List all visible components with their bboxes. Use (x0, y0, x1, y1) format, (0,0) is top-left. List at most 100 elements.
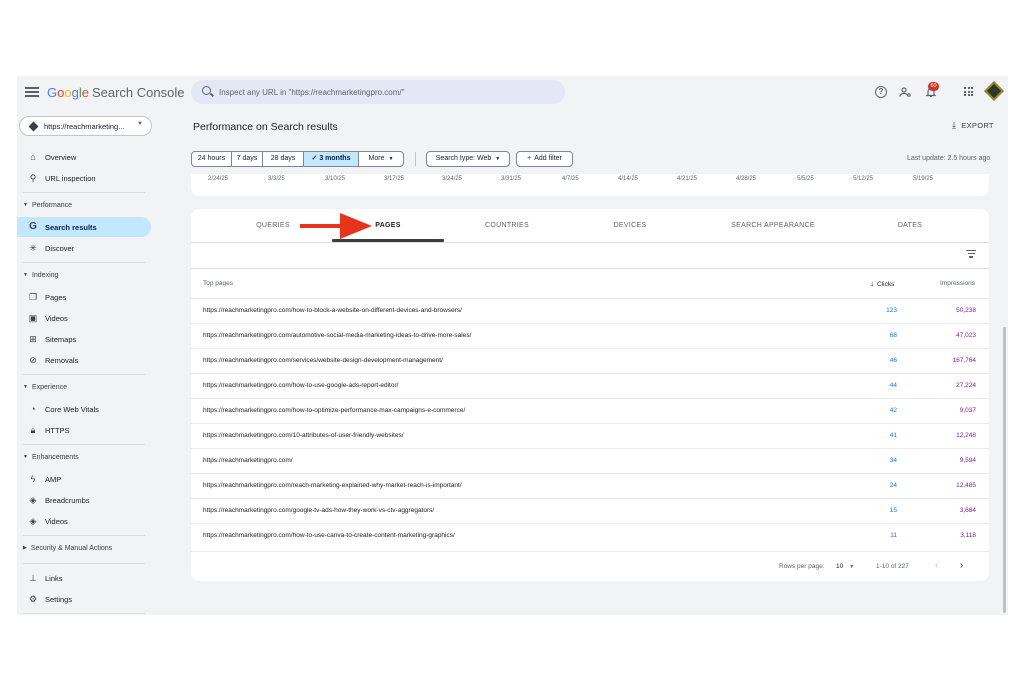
table-row[interactable]: https://reachmarketingpro.com/services/w… (191, 348, 989, 373)
table-row[interactable]: https://reachmarketingpro.com/how-to-blo… (191, 298, 989, 323)
pages-icon: ❐ (28, 292, 38, 302)
filter-separator (415, 152, 416, 166)
tab-search-appearance[interactable]: SEARCH APPEARANCE (721, 209, 825, 242)
x-axis-tick: 3/24/25 (442, 176, 463, 182)
filter-rows-icon[interactable] (966, 250, 976, 258)
videos-icon: ▣ (28, 313, 38, 323)
next-page-button[interactable]: › (960, 560, 963, 571)
sidebar-item-label: Discover (45, 244, 75, 253)
app-logo[interactable]: Google Search Console (47, 85, 184, 100)
clicks-value: 24 (889, 482, 897, 489)
sidebar-section-indexing[interactable]: ▼ Indexing (23, 272, 58, 279)
sidebar-item-url-inspection[interactable]: ⚲ URL inspection (17, 168, 151, 188)
column-header-clicks[interactable]: ↓ Clicks (870, 279, 894, 288)
previous-page-button[interactable]: ‹ (935, 560, 938, 571)
sidebar-divider (23, 563, 145, 564)
table-row[interactable]: https://reachmarketingpro.com/how-to-use… (191, 523, 989, 548)
column-label: Clicks (877, 281, 895, 288)
column-header-impressions[interactable]: Impressions (940, 280, 975, 287)
sidebar-item-videos[interactable]: ▣ Videos (17, 308, 151, 328)
account-avatar[interactable] (984, 81, 1004, 101)
add-filter-label: Add filter (534, 155, 562, 162)
sidebar-item-core-web-vitals[interactable]: ◔ Core Web Vitals (17, 399, 151, 419)
sidebar-section-security[interactable]: ▶ Security & Manual Actions (23, 545, 112, 552)
users-settings-icon[interactable] (899, 86, 911, 98)
table-row[interactable]: https://reachmarketingpro.com/10-attribu… (191, 423, 989, 448)
impressions-value: 47,023 (956, 332, 976, 339)
rows-per-page-value: 10 (836, 563, 844, 570)
sidebar-item-sitemaps[interactable]: ⊞ Sitemaps (17, 329, 151, 349)
logo-letter: G (47, 85, 58, 100)
x-axis-tick: 5/19/25 (913, 176, 934, 182)
impressions-value: 9,594 (959, 457, 976, 464)
page-url: https://reachmarketingpro.com/how-to-use… (203, 382, 399, 389)
tab-devices[interactable]: DEVICES (588, 209, 672, 242)
google-apps-grid-icon[interactable] (964, 87, 973, 96)
asterisk-icon: ✳ (29, 243, 37, 253)
search-type-filter[interactable]: Search type: Web ▼ (426, 151, 510, 167)
sidebar-item-breadcrumbs[interactable]: ◈ Breadcrumbs (17, 490, 151, 510)
impressions-value: 12,485 (956, 482, 976, 489)
url-inspect-input[interactable] (219, 84, 549, 100)
range-label: More (368, 155, 385, 162)
sidebar-section-experience[interactable]: ▼ Experience (23, 384, 67, 391)
sidebar-item-amp[interactable]: ϟ AMP (17, 469, 151, 489)
section-title: Indexing (31, 272, 59, 279)
page-range-text: 1-10 of 227 (876, 563, 909, 570)
sidebar-item-search-results[interactable]: G Search results (17, 217, 151, 237)
column-header-top-pages[interactable]: Top pages (203, 280, 233, 287)
sidebar-item-label: Settings (45, 595, 73, 604)
sidebar-item-label: AMP (45, 475, 62, 484)
url-inspection-search[interactable] (191, 80, 565, 104)
sidebar-item-label: Overview (45, 153, 77, 162)
sidebar-section-performance[interactable]: ▼ Performance (23, 202, 72, 209)
search-icon (202, 86, 211, 95)
impressions-value: 9,037 (959, 407, 976, 414)
tab-dates[interactable]: DATES (868, 209, 952, 242)
sidebar-item-discover[interactable]: ✳ Discover (17, 238, 151, 258)
table-row[interactable]: https://reachmarketingpro.com/34 9,594 (191, 448, 989, 473)
table-row[interactable]: https://reachmarketingpro.com/google-tv-… (191, 498, 989, 523)
rows-per-page-select[interactable]: 10 ▼ (836, 563, 854, 570)
table-row[interactable]: https://reachmarketingpro.com/automotive… (191, 323, 989, 348)
range-24-hours[interactable]: 24 hours (191, 151, 232, 167)
page-title: Performance on Search results (193, 121, 338, 133)
table-row[interactable]: https://reachmarketingpro.com/how-to-use… (191, 373, 989, 398)
x-axis-tick: 3/3/25 (268, 176, 285, 182)
sidebar-item-links[interactable]: ⊥ Links (17, 568, 151, 588)
add-filter-button[interactable]: + Add filter (516, 151, 573, 167)
range-3-months[interactable]: ✓ 3 months (303, 151, 359, 167)
sidebar-item-settings[interactable]: ⚙ Settings (17, 589, 151, 609)
x-axis-tick: 4/21/25 (677, 176, 698, 182)
sidebar-item-label: Pages (45, 293, 67, 302)
sidebar: https://reachmarketing... ▼ ⌂ Overview ⚲… (17, 110, 191, 615)
sidebar-item-pages[interactable]: ❐ Pages (17, 287, 151, 307)
sidebar-section-enhancements[interactable]: ▼ Enhancements (23, 454, 79, 461)
sidebar-item-removals[interactable]: ⊘ Removals (17, 350, 151, 370)
plus-icon: + (527, 155, 532, 162)
main-scrollbar[interactable] (1003, 327, 1006, 613)
table-row[interactable]: https://reachmarketingpro.com/how-to-opt… (191, 398, 989, 423)
sidebar-item-label: Removals (45, 356, 79, 365)
x-axis-tick: 5/12/25 (853, 176, 874, 182)
range-more-dropdown[interactable]: More ▼ (358, 151, 404, 167)
clicks-value: 41 (889, 432, 897, 439)
export-button[interactable]: ⤓ EXPORT (952, 120, 994, 131)
sidebar-item-https[interactable]: 🔒︎ HTTPS (17, 420, 151, 440)
range-28-days[interactable]: 28 days (262, 151, 304, 167)
range-7-days[interactable]: 7 days (231, 151, 263, 167)
help-icon[interactable]: ? (875, 86, 887, 98)
hamburger-menu-icon[interactable] (25, 85, 39, 99)
table-row[interactable]: https://reachmarketingpro.com/reach-mark… (191, 473, 989, 498)
property-selector[interactable]: https://reachmarketing... ▼ (19, 116, 152, 136)
sidebar-item-videos-enhancement[interactable]: ◈ Videos (17, 511, 151, 531)
page-url: https://reachmarketingpro.com/automotive… (203, 332, 472, 339)
sidebar-item-overview[interactable]: ⌂ Overview (17, 147, 151, 167)
x-axis-tick: 3/10/25 (325, 176, 346, 182)
sidebar-divider (23, 374, 145, 375)
logo-letter: g (71, 85, 79, 100)
tab-countries[interactable]: COUNTRIES (465, 209, 549, 242)
search-icon: ⚲ (29, 173, 37, 183)
clicks-value: 15 (889, 507, 897, 514)
gear-icon: ⚙ (28, 594, 38, 604)
